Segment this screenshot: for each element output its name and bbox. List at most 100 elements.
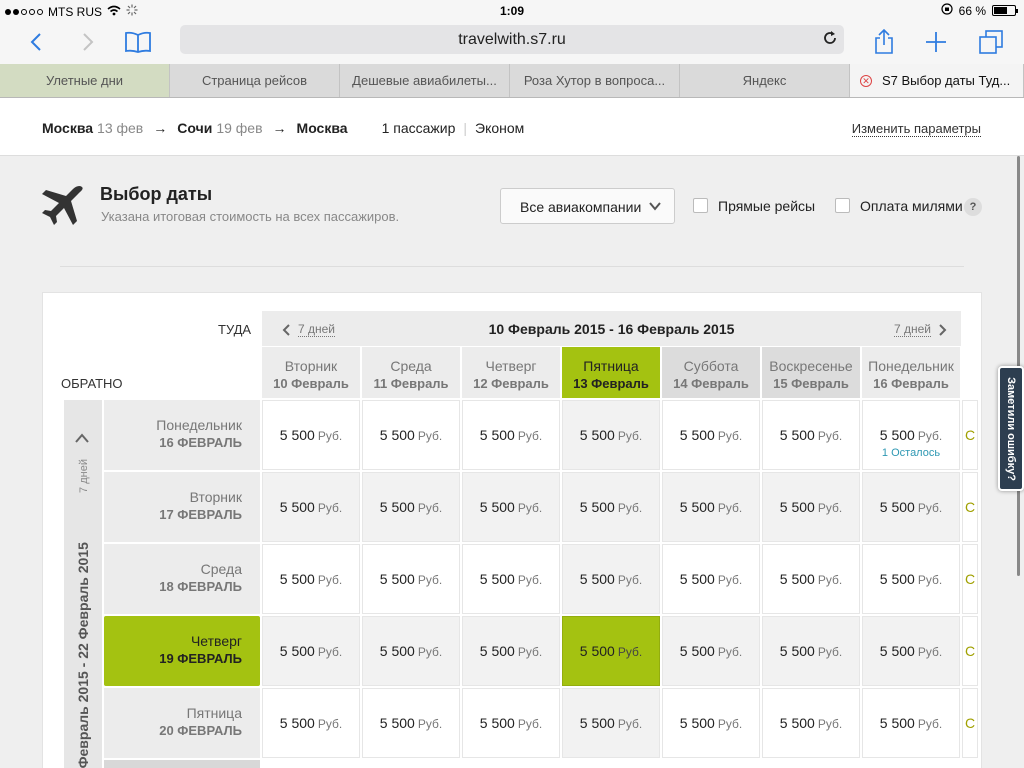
- price-cell[interactable]: 5 500 Руб.: [662, 616, 760, 686]
- price-cell[interactable]: 5 500 Руб.: [762, 688, 860, 758]
- price-cell[interactable]: 5 500 Руб.: [462, 472, 560, 542]
- return-date-header[interactable]: Вторник 17 ФЕВРАЛЬ: [104, 472, 260, 542]
- price-cell-partial[interactable]: С: [962, 472, 978, 542]
- price-cell-partial[interactable]: С: [962, 616, 978, 686]
- outbound-date-header[interactable]: Четверг 12 Февраль: [462, 347, 560, 398]
- price-currency: Руб.: [417, 645, 443, 659]
- price-cell[interactable]: 5 500 Руб.: [662, 400, 760, 470]
- price-cell-partial[interactable]: С: [962, 544, 978, 614]
- price-currency: Руб.: [417, 501, 443, 515]
- price-cell[interactable]: 5 500 Руб.: [262, 400, 360, 470]
- page-subtitle: Указана итоговая стоимость на всех пасса…: [101, 209, 400, 224]
- price-cell-partial[interactable]: С: [962, 688, 978, 758]
- price-cell[interactable]: 5 500 Руб.: [762, 472, 860, 542]
- price-cell[interactable]: 5 500 Руб.: [662, 472, 760, 542]
- close-tab-icon[interactable]: ✕: [860, 74, 872, 87]
- reload-button[interactable]: [822, 30, 838, 51]
- price-cell[interactable]: 5 500 Руб.: [862, 544, 960, 614]
- price-cell[interactable]: 5 500 Руб.: [862, 688, 960, 758]
- outbound-day-label: Воскресенье: [769, 358, 853, 374]
- tab-yandex[interactable]: Яндекс: [680, 64, 850, 97]
- tab-roza-khutor[interactable]: Роза Хутор в вопроса...: [510, 64, 680, 97]
- change-params-link[interactable]: Изменить параметры: [851, 121, 981, 137]
- tab-s7-date-select[interactable]: ✕ S7 Выбор даты Туд...: [850, 64, 1024, 97]
- price-cell[interactable]: 5 500 Руб.: [362, 616, 460, 686]
- return-date-header[interactable]: Четверг 19 ФЕВРАЛЬ: [104, 616, 260, 686]
- tabs-overview-button[interactable]: [975, 26, 1007, 58]
- miles-payment-label[interactable]: Оплата милями: [860, 198, 963, 214]
- return-range-title-wrap: 16 Февраль 2015 - 22 Февраль 2015: [64, 420, 102, 768]
- outbound-date-header[interactable]: Вторник 10 Февраль: [262, 347, 360, 398]
- price-cell[interactable]: 5 500 Руб.: [462, 616, 560, 686]
- new-tab-button[interactable]: [920, 26, 952, 58]
- price-cell[interactable]: 5 500 Руб.: [462, 400, 560, 470]
- price-cell[interactable]: 5 500 Руб.: [362, 544, 460, 614]
- back-button[interactable]: [20, 26, 52, 58]
- cabin-class: Эконом: [475, 120, 525, 136]
- outbound-date-header[interactable]: Среда 11 Февраль: [362, 347, 460, 398]
- price-cell[interactable]: 5 500 Руб.: [762, 544, 860, 614]
- miles-payment-checkbox[interactable]: [835, 198, 850, 213]
- feedback-tab[interactable]: Заметили ошибку?: [998, 366, 1024, 491]
- price-cell[interactable]: 5 500 Руб.: [862, 472, 960, 542]
- price-cell-partial[interactable]: С: [962, 400, 978, 470]
- outbound-date-header[interactable]: Суббота 14 Февраль: [662, 347, 760, 398]
- help-icon[interactable]: ?: [964, 198, 982, 216]
- direct-flights-checkbox[interactable]: [693, 198, 708, 213]
- forward-button[interactable]: [72, 26, 104, 58]
- price-cell[interactable]: 5 500 Руб.: [262, 472, 360, 542]
- price-currency: Руб.: [417, 717, 443, 731]
- price-value: 5 500: [679, 571, 715, 587]
- outbound-day-label: Среда: [390, 358, 432, 374]
- origin-city: Москва: [42, 120, 94, 136]
- return-date-header-partial[interactable]: [104, 760, 260, 768]
- next-week-button[interactable]: 7 дней: [893, 322, 947, 337]
- tab-ulyotnye-dni[interactable]: Улетные дни: [0, 64, 170, 97]
- price-value: 5 500: [779, 427, 815, 443]
- price-cell[interactable]: 5 500 Руб.: [662, 688, 760, 758]
- price-cell[interactable]: 5 500 Руб.: [362, 688, 460, 758]
- price-cell[interactable]: 5 500 Руб.: [562, 400, 660, 470]
- price-cell[interactable]: 5 500 Руб.: [262, 616, 360, 686]
- price-value: 5 500: [779, 499, 815, 515]
- tab-cheap-tickets[interactable]: Дешевые авиабилеты...: [340, 64, 510, 97]
- price-currency: Руб.: [617, 429, 643, 443]
- outbound-date-header[interactable]: Понедельник 16 Февраль: [862, 347, 960, 398]
- direct-flights-label[interactable]: Прямые рейсы: [718, 198, 815, 214]
- plus-icon: [926, 32, 946, 52]
- tab-flights-page[interactable]: Страница рейсов: [170, 64, 340, 97]
- price-value-partial: С: [965, 499, 976, 515]
- outbound-day-label: Пятница: [583, 358, 639, 374]
- price-cell[interactable]: 5 500 Руб.: [562, 472, 660, 542]
- price-cell[interactable]: 5 500 Руб.: [362, 400, 460, 470]
- price-cell[interactable]: 5 500 Руб.: [562, 544, 660, 614]
- outbound-date-label: 16 Февраль: [873, 376, 949, 391]
- price-cell[interactable]: 5 500 Руб.: [262, 544, 360, 614]
- price-cell[interactable]: 5 500 Руб.: [562, 616, 660, 686]
- price-value: 5 500: [779, 715, 815, 731]
- address-bar[interactable]: travelwith.s7.ru: [180, 25, 844, 54]
- airline-select[interactable]: Все авиакомпании: [500, 188, 675, 224]
- price-cell[interactable]: 5 500 Руб.: [762, 400, 860, 470]
- price-cell[interactable]: 5 500 Руб.: [462, 544, 560, 614]
- price-cell[interactable]: 5 500 Руб.: [562, 688, 660, 758]
- price-cell[interactable]: 5 500 Руб.: [862, 616, 960, 686]
- outbound-date-header[interactable]: Воскресенье 15 Февраль: [762, 347, 860, 398]
- return-date-header[interactable]: Пятница 20 ФЕВРАЛЬ: [104, 688, 260, 758]
- price-value: 5 500: [879, 427, 915, 443]
- outbound-date-header[interactable]: Пятница 13 Февраль: [562, 347, 660, 398]
- price-cell[interactable]: 5 500 Руб.: [262, 688, 360, 758]
- return-date-header[interactable]: Среда 18 ФЕВРАЛЬ: [104, 544, 260, 614]
- price-cell[interactable]: 5 500 Руб.: [362, 472, 460, 542]
- url-text: travelwith.s7.ru: [458, 31, 566, 48]
- outbound-day-label: Понедельник: [868, 358, 954, 374]
- bookmarks-button[interactable]: [122, 26, 154, 58]
- price-cell[interactable]: 5 500 Руб. 1 Осталось: [862, 400, 960, 470]
- price-cell[interactable]: 5 500 Руб.: [462, 688, 560, 758]
- share-button[interactable]: [868, 26, 900, 58]
- price-value-partial: С: [965, 571, 976, 587]
- price-cell[interactable]: 5 500 Руб.: [762, 616, 860, 686]
- return-date-header[interactable]: Понедельник 16 ФЕВРАЛЬ: [104, 400, 260, 470]
- price-currency: Руб.: [817, 429, 843, 443]
- price-cell[interactable]: 5 500 Руб.: [662, 544, 760, 614]
